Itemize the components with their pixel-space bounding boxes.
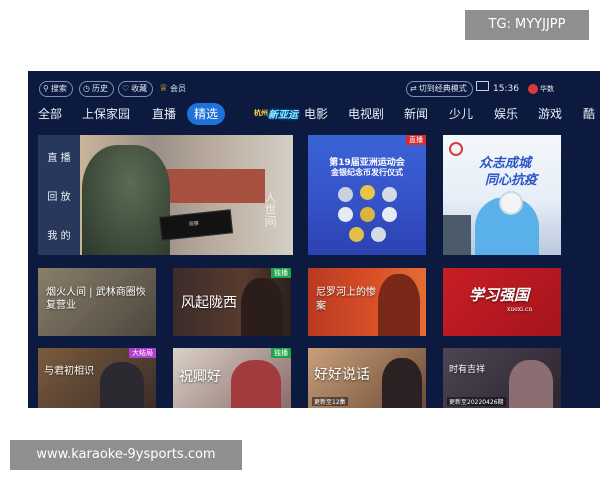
campaign-face	[499, 191, 523, 215]
hero-player[interactable]: 观察 人世间 直 播 回 放 我 的	[38, 135, 293, 255]
campaign-title-line2: 同心抗疫	[485, 173, 538, 188]
coin-icon	[371, 227, 386, 242]
tile-fireworks-world[interactable]: 烟火人间 | 武林商圈恢复营业	[38, 268, 156, 336]
tile-asiad-live[interactable]: 直播 第19届亚洲运动会 金银纪念币发行仪式	[308, 135, 426, 255]
coin-icon	[360, 207, 375, 222]
tab-kids[interactable]: 少儿	[449, 103, 473, 125]
tab-featured[interactable]: 精选	[187, 103, 226, 125]
coin-icon	[349, 227, 364, 242]
side-item-replay[interactable]: 回 放	[38, 188, 80, 203]
poster-person	[378, 274, 420, 336]
coin-icon	[382, 207, 397, 222]
favorites-label: 收藏	[131, 84, 148, 93]
brand-logo-icon	[528, 84, 538, 94]
tile-auspicious[interactable]: 时有吉祥 更新至20220426期	[443, 348, 561, 408]
tile-title: 祝卿好	[179, 369, 221, 385]
crown-icon: ♕	[159, 83, 168, 94]
tab-entertainment[interactable]: 娱乐	[494, 103, 518, 125]
poster-person	[509, 360, 553, 408]
tab-movies[interactable]: 电影	[304, 103, 328, 125]
finale-badge: 大结局	[129, 348, 156, 358]
poster-person	[100, 362, 144, 408]
switch-mode-label: 切到经典模式	[418, 84, 467, 93]
heart-icon: ♡	[122, 84, 130, 93]
history-button[interactable]: ◷ 历史	[79, 81, 114, 97]
history-label: 历史	[91, 84, 108, 93]
tab-home-defense[interactable]: 上保家园	[82, 103, 130, 125]
hero-tablet-text: 观察	[188, 220, 200, 228]
tile-covid-campaign[interactable]: 众志成城 同心抗疫	[443, 135, 561, 255]
tile-title: 烟火人间 | 武林商圈恢复营业	[46, 287, 146, 311]
tile-talk-well[interactable]: 好好说话 更新至12集	[308, 348, 426, 408]
switch-mode-button[interactable]: ⇄ 切到经典模式	[406, 81, 473, 97]
category-nav: 全部 上保家园 直播 精选 杭州 新亚运 电影 电视剧 新闻 少儿 娱乐 游戏 …	[28, 103, 600, 125]
hero-image: 观察 人世间	[80, 135, 293, 255]
vip-button[interactable]: ♕ 会员	[156, 81, 191, 97]
exclusive-badge: 独播	[271, 348, 291, 358]
poster-person	[241, 278, 283, 336]
clock-icon: ◷	[83, 84, 90, 93]
brand-logo: 华数	[528, 80, 554, 98]
asian-games-logo-main: 新亚运	[268, 110, 298, 121]
side-item-live[interactable]: 直 播	[38, 149, 80, 164]
tab-live[interactable]: 直播	[152, 103, 176, 125]
asian-games-logo-small: 杭州	[254, 109, 268, 117]
tile-subtitle: xuexi.cn	[507, 306, 533, 313]
campaign-figure-left	[443, 215, 471, 255]
watermark-badge-top: TG: MYYJJPP	[465, 10, 589, 40]
tab-cool[interactable]: 酷	[583, 103, 595, 125]
tile-wind-longxi[interactable]: 风起陇西 独播	[173, 268, 291, 336]
tv-icon	[476, 81, 489, 91]
vip-label: 会员	[169, 84, 186, 93]
asiad-title-line2: 金银纪念币发行仪式	[331, 168, 403, 177]
hero-calligraphy: 人世间	[263, 191, 277, 227]
tab-all[interactable]: 全部	[38, 103, 62, 125]
coin-icon	[338, 187, 353, 202]
coin-icon	[382, 187, 397, 202]
tile-death-on-nile[interactable]: 尼罗河上的惨案	[308, 268, 426, 336]
campaign-logo-icon	[449, 142, 463, 156]
search-icon: ⚲	[43, 84, 49, 93]
tile-meet-you[interactable]: 与君初相识 大结局	[38, 348, 156, 408]
tv-screen: ⚲ 搜索 ◷ 历史 ♡ 收藏 ♕ 会员 ⇄ 切到经典模式 15:36 华数 全部…	[28, 71, 600, 408]
side-item-mine[interactable]: 我 的	[38, 227, 80, 242]
tile-title: 好好说话	[314, 367, 370, 383]
search-button[interactable]: ⚲ 搜索	[39, 81, 73, 97]
tab-news[interactable]: 新闻	[404, 103, 428, 125]
hero-tablet: 观察	[158, 209, 234, 241]
tile-title: 风起陇西	[181, 295, 237, 311]
poster-person	[231, 360, 281, 408]
tile-title: 学习强国	[469, 286, 530, 304]
hero-person	[82, 145, 170, 255]
brand-name: 华数	[540, 85, 554, 93]
tile-wish-you-well[interactable]: 祝卿好 独播	[173, 348, 291, 408]
tile-study-strong[interactable]: 学习强国 xuexi.cn	[443, 268, 561, 336]
exclusive-badge: 独播	[271, 268, 291, 278]
watermark-badge-bottom: www.karaoke-9ysports.com	[10, 440, 242, 470]
favorites-button[interactable]: ♡ 收藏	[118, 81, 154, 97]
episode-update: 更新至12集	[312, 397, 348, 406]
tab-tv-series[interactable]: 电视剧	[348, 103, 384, 125]
live-badge: 直播	[406, 135, 426, 145]
switch-icon: ⇄	[410, 84, 417, 93]
coin-icon	[360, 185, 375, 200]
tile-title: 尼罗河上的惨案	[316, 287, 376, 312]
tab-games[interactable]: 游戏	[538, 103, 562, 125]
hero-side-menu: 直 播 回 放 我 的	[38, 135, 80, 255]
tile-title: 时有吉祥	[449, 365, 486, 375]
poster-person	[382, 358, 422, 408]
clock-time: 15:36	[493, 84, 519, 94]
search-label: 搜索	[50, 84, 67, 93]
tile-title: 与君初相识	[44, 366, 94, 377]
episode-update: 更新至20220426期	[447, 397, 506, 406]
coin-icon	[338, 207, 353, 222]
top-bar: ⚲ 搜索 ◷ 历史 ♡ 收藏 ♕ 会员 ⇄ 切到经典模式 15:36 华数	[28, 71, 600, 104]
